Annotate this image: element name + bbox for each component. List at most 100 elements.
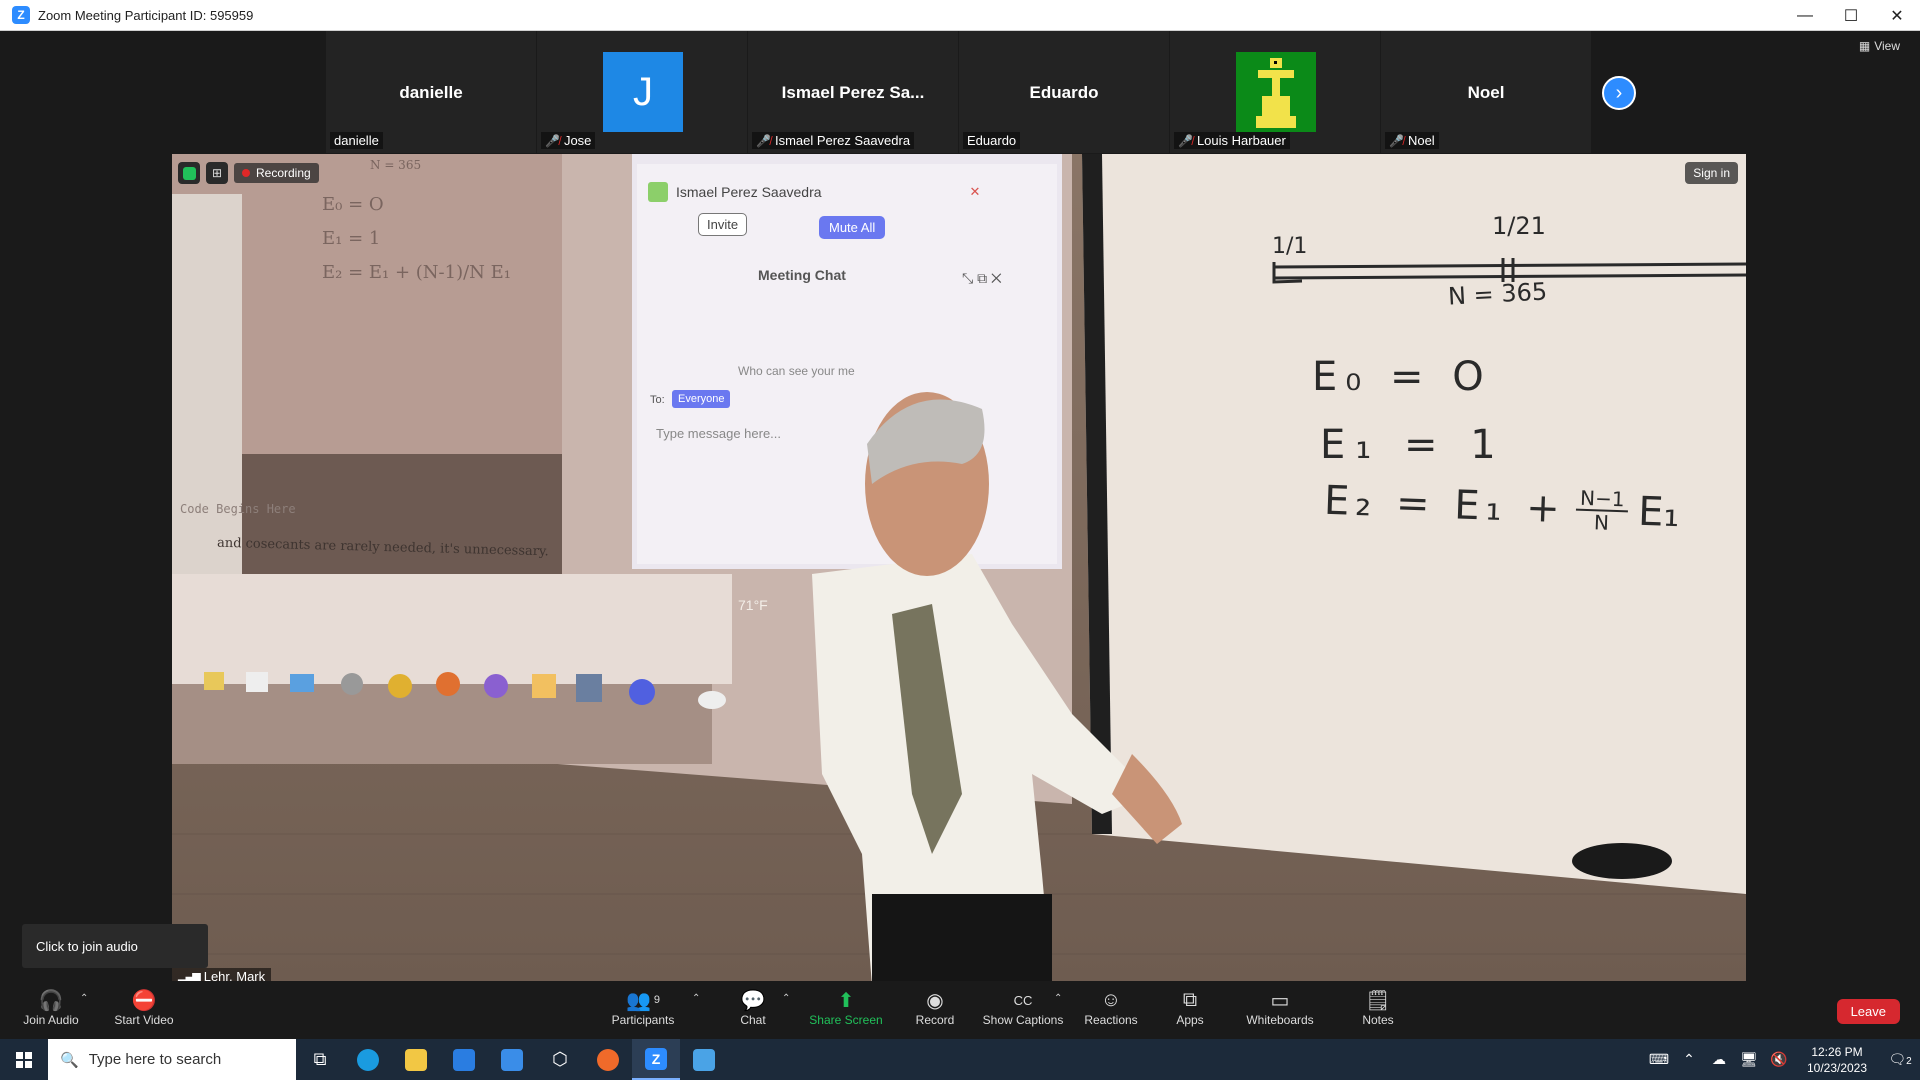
settings-hex-icon[interactable]: ⬡ [536,1039,584,1080]
volume-muted-icon[interactable]: 🔇 [1764,1051,1794,1068]
clock-time: 12:26 PM [1811,1044,1863,1059]
avatar [1236,52,1316,132]
leave-button[interactable]: Leave [1836,999,1900,1024]
participant-name: Jose [563,133,592,148]
chat-chevron-icon[interactable]: ⌃ [782,993,790,1004]
minimize-button[interactable]: — [1782,0,1828,31]
system-clock[interactable]: 12:26 PM 10/23/2023 [1794,1044,1880,1076]
participant-name-label: 🎤̸ Louis Harbauer [1174,132,1290,149]
onedrive-cloud-icon[interactable]: ☁ [1704,1051,1734,1068]
main-video[interactable]: E₀ = O E₁ = 1 E₂ = E₁ + (N-1)/N E₁ N = 3… [172,154,1746,986]
notes-button[interactable]: 🗒 Notes [1333,987,1423,1035]
network-icon[interactable]: 🖥 [1734,1051,1764,1068]
windows-taskbar: 🔍 Type here to search ⧉ ⬡ Z ⌨ ⌃ ☁ 🖥 🔇 12… [0,1039,1920,1080]
participant-thumbnail[interactable]: danielle danielle [326,31,537,153]
keyboard-icon[interactable]: ⌨ [1644,1051,1674,1068]
mail-icon[interactable] [488,1039,536,1080]
participant-name-label: 🎤̸ Ismael Perez Saavedra [752,132,915,149]
participant-thumbnail[interactable]: Eduardo Eduardo [959,31,1170,153]
mic-muted-icon: 🎤̸ [545,133,560,148]
participants-icon: 👥 9 [625,989,661,1012]
participants-button[interactable]: 👥 9 Participants [598,987,688,1035]
system-tray: ⌨ ⌃ ☁ 🖥 🔇 12:26 PM 10/23/2023 🗨2 [1644,1039,1920,1080]
participant-name: Louis Harbauer [1196,133,1286,148]
participant-display-name: Noel [1467,83,1505,102]
join-audio-tooltip[interactable]: Click to join audio [22,924,208,968]
participant-display-name: Eduardo [1029,83,1099,102]
zoom-logo-icon: Z [12,6,30,24]
start-video-button[interactable]: ⛔ Start Video [99,987,189,1035]
taskbar-search-box[interactable]: 🔍 Type here to search [48,1039,296,1080]
firefox-icon[interactable] [584,1039,632,1080]
photos-icon[interactable] [680,1039,728,1080]
whiteboard-icon: ▭ [1270,989,1290,1012]
apps-button[interactable]: ⧉ Apps [1145,987,1235,1035]
record-icon: ◉ [926,989,944,1012]
encryption-shield-icon[interactable] [178,162,200,184]
notification-count: 2 [1906,1056,1912,1067]
whiteboards-button[interactable]: ▭ Whiteboards [1235,987,1325,1035]
mic-muted-icon: 🎤̸ [1389,133,1404,148]
whiteboard-equation-1: E₀ = O [1312,354,1492,400]
whiteboards-label: Whiteboards [1246,1013,1314,1027]
captions-cc-icon: CC [1013,992,1033,1008]
store-icon[interactable] [440,1039,488,1080]
meeting-area: danielle danielle J 🎤̸ Jose Ismael Perez… [6,31,1914,986]
windows-logo-icon [16,1051,32,1068]
captions-chevron-icon[interactable]: ⌃ [1054,993,1062,1004]
recording-indicator[interactable]: Recording [234,163,319,183]
close-button[interactable]: ✕ [1874,0,1920,31]
share-screen-button[interactable]: ⬆ Share Screen [801,987,891,1035]
record-button[interactable]: ◉ Record [890,987,980,1035]
mic-muted-icon: 🎤̸ [756,133,771,148]
participant-thumbnail[interactable]: Ismael Perez Sa... 🎤̸ Ismael Perez Saave… [748,31,959,153]
participant-name-label: danielle [330,132,383,149]
notes-icon: 🗒 [1365,989,1391,1012]
participant-thumbnail[interactable]: J 🎤̸ Jose [537,31,748,153]
chat-label: Chat [740,1013,766,1027]
edge-browser-icon[interactable] [344,1039,392,1080]
meeting-info-grid-icon[interactable]: ⊞ [206,162,228,184]
apps-label: Apps [1176,1013,1204,1027]
headphones-icon: 🎧 [38,989,64,1012]
apps-icon: ⧉ [1182,988,1198,1011]
recording-label: Recording [256,166,311,180]
notes-label: Notes [1362,1013,1394,1027]
meeting-status-badges: ⊞ Recording [178,162,319,184]
next-page-arrow-icon[interactable]: › [1602,76,1636,110]
whiteboard-fraction-left: 1/1 [1272,234,1308,259]
meeting-toolbar: 🎧 Join Audio ⌃ ⛔ Start Video 👥 9 Particip… [0,981,1920,1039]
reactions-button[interactable]: ☺ Reactions [1066,987,1156,1035]
view-label: View [1874,39,1900,53]
maximize-button[interactable]: ☐ [1828,0,1874,31]
participant-name: Noel [1407,133,1435,148]
clock-date: 10/23/2023 [1806,1060,1868,1075]
view-button[interactable]: ▦ View [1859,39,1900,53]
start-video-label: Start Video [114,1013,174,1027]
participant-name: Eduardo [967,133,1017,148]
participant-name-label: 🎤̸ Jose [541,132,596,149]
show-hidden-icons-chevron-icon[interactable]: ⌃ [1674,1051,1704,1068]
whiteboard-eq3-right: E₁ [1637,488,1681,537]
show-captions-label: Show Captions [982,1013,1064,1027]
notifications-icon[interactable]: 🗨2 [1880,1051,1920,1068]
participant-display-name: danielle [399,83,463,102]
whiteboard-eq3-denominator: N [1593,510,1610,535]
participant-thumbnail[interactable]: 🎤̸ Louis Harbauer [1170,31,1381,153]
chat-icon: 💬 [740,989,766,1012]
mic-muted-icon: 🎤̸ [1178,133,1193,148]
audio-options-chevron-icon[interactable]: ⌃ [80,993,88,1004]
participant-thumbnail[interactable]: Noel 🎤̸ Noel [1381,31,1592,153]
file-explorer-icon[interactable] [392,1039,440,1080]
zoom-taskbar-icon[interactable]: Z [632,1039,680,1080]
sign-in-button[interactable]: Sign in [1685,162,1738,184]
participant-name: danielle [334,133,379,148]
join-audio-label: Join Audio [23,1013,79,1027]
participants-chevron-icon[interactable]: ⌃ [692,993,700,1004]
participant-display-name: Ismael Perez Sa... [781,83,925,102]
start-button[interactable] [0,1039,48,1080]
reactions-label: Reactions [1084,1013,1138,1027]
task-view-icon[interactable]: ⧉ [296,1039,344,1080]
recording-dot-icon [242,169,250,177]
zoom-app-window: Z Zoom Meeting Participant ID: 595959 — … [0,0,1920,1080]
